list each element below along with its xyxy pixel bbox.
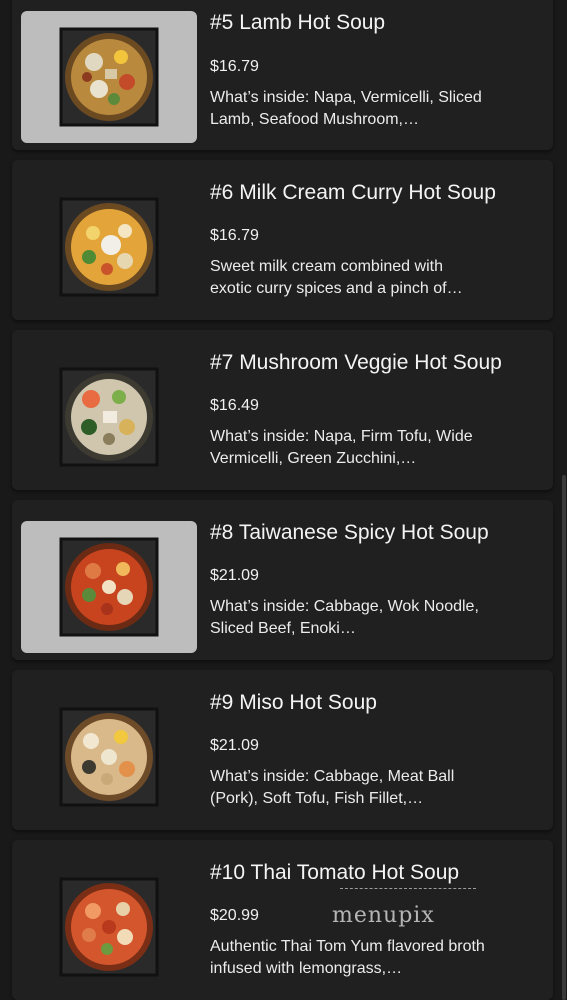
item-price: $21.09 bbox=[210, 737, 259, 754]
watermark-logo: menupix bbox=[332, 903, 435, 928]
soup-bowl-icon bbox=[59, 537, 159, 637]
menu-item-card[interactable]: #10 Thai Tomato Hot Soup $20.99 Authenti… bbox=[12, 840, 553, 1000]
soup-bowl-icon bbox=[59, 707, 159, 807]
menu-item-card[interactable]: #9 Miso Hot Soup $21.09 What’s inside: C… bbox=[12, 670, 553, 830]
menu-item-card[interactable]: #6 Milk Cream Curry Hot Soup $16.79 Swee… bbox=[12, 160, 553, 320]
item-title: #10 Thai Tomato Hot Soup bbox=[210, 861, 460, 884]
miso-hot-soup-photo[interactable] bbox=[21, 691, 197, 823]
item-description: What’s inside: Napa, Vermicelli, Sliced … bbox=[210, 89, 482, 128]
item-description: What’s inside: Napa, Firm Tofu, Wide Ver… bbox=[210, 428, 473, 467]
item-title: #8 Taiwanese Spicy Hot Soup bbox=[210, 521, 489, 544]
milk-cream-curry-photo[interactable] bbox=[21, 181, 197, 313]
item-description: What’s inside: Cabbage, Wok Noodle, Slic… bbox=[210, 598, 479, 637]
item-price: $21.09 bbox=[210, 567, 259, 584]
item-price: $16.79 bbox=[210, 227, 259, 244]
menu-item-card[interactable]: #8 Taiwanese Spicy Hot Soup $21.09 What’… bbox=[12, 500, 553, 660]
item-description: What’s inside: Cabbage, Meat Ball (Pork)… bbox=[210, 768, 455, 807]
thai-tomato-photo[interactable] bbox=[21, 861, 197, 993]
soup-bowl-icon bbox=[59, 197, 159, 297]
taiwanese-spicy-photo[interactable] bbox=[21, 521, 197, 653]
item-title: #7 Mushroom Veggie Hot Soup bbox=[210, 351, 502, 374]
menu-item-card[interactable]: #7 Mushroom Veggie Hot Soup $16.49 What’… bbox=[12, 330, 553, 490]
watermark-divider bbox=[340, 888, 476, 889]
menu-page: #5 Lamb Hot Soup $16.79 What’s inside: N… bbox=[0, 0, 567, 1000]
scrollbar[interactable] bbox=[562, 475, 566, 1000]
item-price: $16.49 bbox=[210, 397, 259, 414]
soup-bowl-icon bbox=[59, 367, 159, 467]
lamb-hot-soup-photo[interactable] bbox=[21, 11, 197, 143]
menu-item-card[interactable]: #5 Lamb Hot Soup $16.79 What’s inside: N… bbox=[12, 0, 553, 150]
soup-bowl-icon bbox=[59, 27, 159, 127]
mushroom-veggie-photo[interactable] bbox=[21, 351, 197, 483]
soup-bowl-icon bbox=[59, 877, 159, 977]
item-description: Authentic Thai Tom Yum flavored broth in… bbox=[210, 938, 485, 977]
item-title: #9 Miso Hot Soup bbox=[210, 691, 377, 714]
item-title: #6 Milk Cream Curry Hot Soup bbox=[210, 181, 496, 204]
item-title: #5 Lamb Hot Soup bbox=[210, 11, 386, 34]
menu-list: #5 Lamb Hot Soup $16.79 What’s inside: N… bbox=[0, 0, 567, 1000]
item-description: Sweet milk cream combined with exotic cu… bbox=[210, 258, 463, 297]
item-price: $16.79 bbox=[210, 58, 259, 75]
